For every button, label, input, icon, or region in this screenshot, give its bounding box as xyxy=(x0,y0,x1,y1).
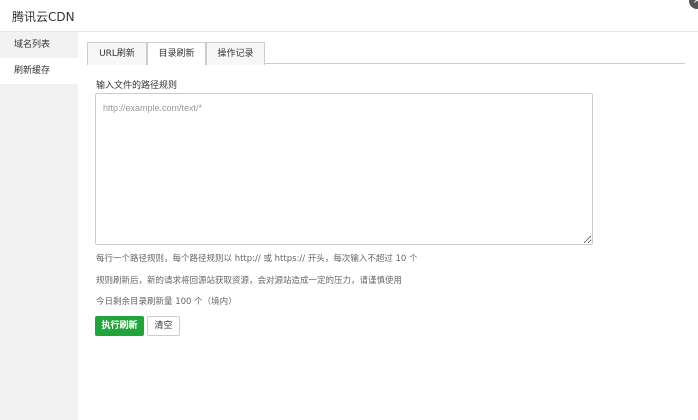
titlebar: 腾讯云CDN × xyxy=(0,0,698,32)
sidebar-item-refresh-cache[interactable]: 刷新缓存 xyxy=(0,58,78,84)
remaining-quota-text: 今日剩余目录刷新量 100 个（境内） xyxy=(96,297,237,307)
main-content: URL刷新 目录刷新 操作记录 输入文件的路径规则 每行一个路径规则，每个路径规… xyxy=(78,32,698,420)
tab-operation-log[interactable]: 操作记录 xyxy=(206,42,265,65)
help-text-warning: 规则刷新后，新的请求将回源站获取资源，会对源站造成一定的压力，请谨慎使用 xyxy=(96,276,403,286)
execute-refresh-button[interactable]: 执行刷新 xyxy=(95,316,144,336)
close-icon[interactable]: × xyxy=(689,0,698,9)
sidebar-item-domain-list[interactable]: 域名列表 xyxy=(0,32,78,58)
help-text-format: 每行一个路径规则，每个路径规则以 http:// 或 https:// 开头，每… xyxy=(96,254,418,264)
path-rules-input[interactable] xyxy=(95,93,593,245)
clear-button[interactable]: 清空 xyxy=(147,316,180,336)
cdn-dialog: 腾讯云CDN × 域名列表 刷新缓存 URL刷新 目录刷新 操作记录 输入文件的… xyxy=(0,0,698,420)
path-rules-label: 输入文件的路径规则 xyxy=(96,81,178,91)
window-title: 腾讯云CDN xyxy=(12,10,75,24)
tab-bar: URL刷新 目录刷新 操作记录 xyxy=(87,42,685,65)
tab-directory-refresh[interactable]: 目录刷新 xyxy=(147,42,206,65)
tab-url-refresh[interactable]: URL刷新 xyxy=(87,42,147,65)
sidebar: 域名列表 刷新缓存 xyxy=(0,32,78,420)
